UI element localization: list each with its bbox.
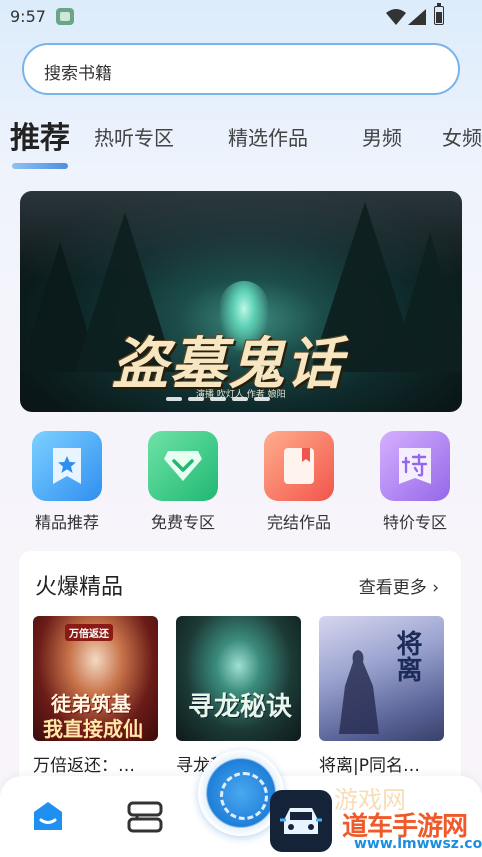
carousel-dot[interactable]	[210, 397, 226, 401]
book-title: 万倍返还：…	[33, 756, 135, 776]
carousel-indicator	[166, 397, 270, 401]
status-time: 9:57	[10, 7, 46, 26]
carousel-dot[interactable]	[166, 397, 182, 401]
tab-male[interactable]: 男频	[362, 122, 402, 151]
book-card[interactable]: 将离 将离|P同名…	[319, 616, 444, 776]
banner-carousel[interactable]: 盗墓鬼话 演播 吹灯人 作者 娘阳	[20, 191, 462, 412]
category-tabs: 推荐 热听专区 精选作品 男频 女频	[0, 110, 482, 170]
view-more-label: 查看更多	[358, 578, 427, 598]
search-placeholder: 搜索书籍	[44, 64, 112, 84]
special-price-icon	[380, 431, 450, 501]
watermark-url: www.lmwwsz.com	[354, 836, 482, 852]
signal-icon	[408, 9, 426, 25]
bookshelf-icon[interactable]	[126, 800, 164, 834]
shortcut-label: 特价专区	[382, 513, 447, 532]
watermark: 游戏网 道车手游网 www.lmwwsz.com	[268, 772, 482, 857]
book-card[interactable]: 万倍返还 徒弟筑基 我直接成仙 万倍返还：…	[33, 616, 158, 776]
shortcut-premium-picks[interactable]: 精品推荐	[17, 431, 117, 533]
shortcut-completed-works[interactable]: 完结作品	[249, 431, 349, 533]
shortcut-special-price[interactable]: 特价专区	[365, 431, 465, 533]
tab-recommend[interactable]: 推荐	[10, 113, 70, 157]
section-title: 火爆精品	[35, 575, 124, 600]
book-cover: 寻龙秘诀	[176, 616, 301, 741]
view-more-button[interactable]: 查看更多 ›	[359, 573, 439, 598]
book-bookmark-icon	[264, 431, 334, 501]
book-cover: 将离	[319, 616, 444, 741]
chevron-right-icon: ›	[432, 578, 439, 598]
gallery-icon	[56, 8, 74, 25]
tab-indicator	[12, 163, 68, 169]
battery-icon	[434, 3, 444, 25]
cover-figure	[339, 650, 379, 734]
diamond-chevron-icon	[148, 431, 218, 501]
search-input[interactable]: 搜索书籍	[22, 43, 460, 95]
carousel-dot[interactable]	[232, 397, 248, 401]
home-icon[interactable]	[30, 798, 66, 834]
shortcut-label: 精品推荐	[34, 513, 99, 532]
tab-hot-listen[interactable]: 热听专区	[94, 122, 174, 151]
star-bookmark-icon	[32, 431, 102, 501]
tab-selected-works[interactable]: 精选作品	[228, 122, 308, 151]
carousel-dot[interactable]	[254, 397, 270, 401]
shortcut-free-zone[interactable]: 免费专区	[133, 431, 233, 533]
status-bar: 9:57	[0, 0, 482, 34]
carousel-dot[interactable]	[188, 397, 204, 401]
shortcut-label: 免费专区	[150, 513, 215, 532]
shortcut-label: 完结作品	[266, 513, 331, 532]
tab-female[interactable]: 女频	[442, 122, 482, 151]
wifi-icon	[386, 9, 406, 25]
car-logo-icon	[270, 790, 332, 852]
book-cover: 万倍返还 徒弟筑基 我直接成仙	[33, 616, 158, 741]
